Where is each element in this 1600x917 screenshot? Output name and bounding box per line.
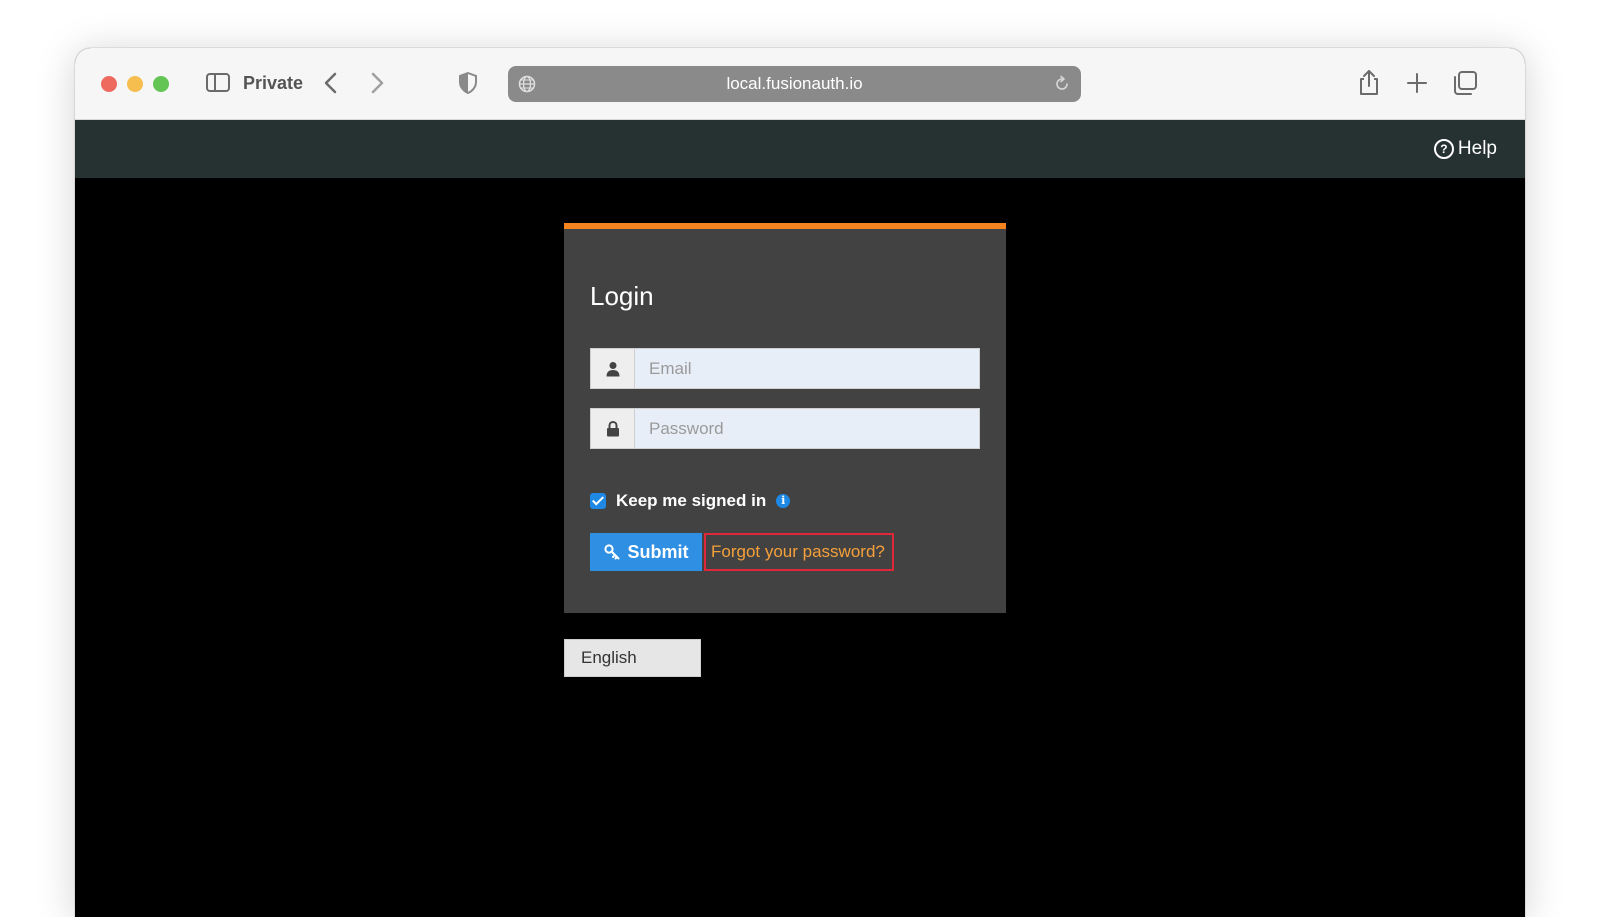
- email-field[interactable]: [635, 348, 980, 389]
- app-header: ? Help: [75, 120, 1525, 178]
- browser-window: Private local.fusionauth.io ? Help Login…: [75, 48, 1525, 917]
- tabs-overview-icon[interactable]: [1450, 68, 1480, 98]
- help-icon: ?: [1433, 139, 1454, 159]
- submit-button[interactable]: Submit: [590, 533, 702, 571]
- help-link[interactable]: ? Help: [1433, 138, 1497, 160]
- help-label: Help: [1457, 138, 1497, 159]
- language-select[interactable]: English: [564, 639, 701, 677]
- zoom-window-button[interactable]: [153, 76, 169, 92]
- info-icon[interactable]: i: [776, 494, 791, 508]
- email-input-group: [590, 348, 980, 389]
- lock-icon: [590, 408, 635, 449]
- browser-toolbar: Private local.fusionauth.io: [75, 48, 1525, 120]
- page-content: Login Email Keep me signed in i Submit F…: [75, 178, 1525, 917]
- page-title: Login: [590, 281, 654, 311]
- remember-me-row: Keep me signed in i: [590, 491, 791, 511]
- back-button[interactable]: [317, 68, 345, 98]
- chevron-right-icon: [371, 72, 384, 94]
- remember-me-checkbox[interactable]: [590, 493, 606, 509]
- forward-button[interactable]: [363, 68, 391, 98]
- share-icon[interactable]: [1354, 68, 1384, 98]
- chevron-left-icon: [324, 72, 337, 94]
- close-window-button[interactable]: [101, 76, 117, 92]
- shield-icon[interactable]: [459, 72, 477, 94]
- password-field[interactable]: [635, 408, 980, 449]
- reload-icon[interactable]: [1053, 75, 1071, 93]
- password-input-group: [590, 408, 980, 449]
- user-icon: [590, 348, 635, 389]
- sidebar-icon[interactable]: [206, 73, 230, 92]
- minimize-window-button[interactable]: [127, 76, 143, 92]
- forgot-password-link[interactable]: Forgot your password?: [704, 533, 894, 571]
- login-panel: Login Email Keep me signed in i Submit F…: [564, 223, 1006, 613]
- url-text: local.fusionauth.io: [726, 74, 863, 93]
- address-bar[interactable]: local.fusionauth.io: [508, 66, 1081, 102]
- private-mode-label: Private: [243, 73, 304, 93]
- plus-icon[interactable]: [1402, 68, 1432, 98]
- submit-label: Submit: [627, 541, 689, 562]
- key-icon: [603, 544, 619, 560]
- remember-me-label[interactable]: Keep me signed in: [616, 491, 766, 511]
